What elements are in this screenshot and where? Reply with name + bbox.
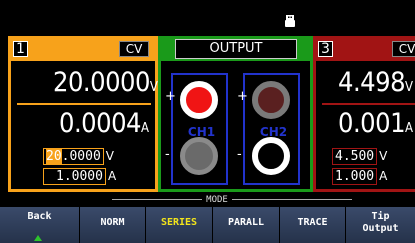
channel-3-set-voltage-unit: V <box>379 149 388 163</box>
channel-3-panel[interactable]: 3 CV 4.498V 0.001A 4.500 V 1.000 A <box>313 36 415 192</box>
mode-group-label: MODE <box>202 195 232 205</box>
channel-1-current-readout: 0.0004A <box>59 109 149 144</box>
channel-1-voltage-readout: 20.0000V <box>53 68 158 103</box>
channel-3-voltage-readout: 4.498V <box>338 68 413 103</box>
channel-3-set-voltage-box[interactable]: 4.500 <box>332 148 378 165</box>
channel-3-current-readout: 0.001A <box>338 109 413 144</box>
mode-group-line <box>112 199 352 200</box>
ch1-plus-sign: + <box>165 89 176 104</box>
ch2-positive-terminal-icon <box>252 81 290 119</box>
channel-1-number: 1 <box>13 41 28 57</box>
back-label: Back <box>27 211 52 222</box>
ch1-terminal-box: + CH1 - <box>165 73 228 185</box>
ch1-positive-terminal-icon <box>180 81 218 119</box>
ch2-terminal-box: + CH2 - <box>237 73 300 185</box>
parall-label: PARALL <box>227 217 265 228</box>
channel-3-number: 3 <box>318 41 333 57</box>
channel-1-set-voltage-box[interactable]: 20.0000 <box>43 148 104 165</box>
up-arrow-icon <box>34 235 42 241</box>
channel-1-header: 1 CV <box>11 39 155 61</box>
channel-1-set-current-unit: A <box>107 169 117 183</box>
softkey-bar: Back NORM SERIES PARALL TRACE Tip Output <box>0 207 415 243</box>
channel-3-current-unit: A <box>405 121 414 136</box>
channel-1-set-voltage[interactable]: 20.0000 V <box>43 148 114 165</box>
channel-3-set-voltage[interactable]: 4.500 V <box>332 148 387 165</box>
output-title: OUTPUT <box>175 39 297 59</box>
trace-button[interactable]: TRACE <box>280 207 346 243</box>
usb-icon <box>285 15 295 27</box>
channel-1-divider <box>17 103 151 105</box>
channel-3-divider <box>322 103 415 105</box>
channel-1-mode-badge: CV <box>119 41 149 57</box>
ch1-minus-sign: - <box>165 147 170 162</box>
ch2-plus-sign: + <box>237 89 248 104</box>
channel-1-voltage: 20.0000 <box>53 67 150 98</box>
norm-label: NORM <box>100 217 125 228</box>
channel-1-current-unit: A <box>140 121 149 136</box>
channel-3-header: 3 CV <box>316 39 415 61</box>
channel-1-panel[interactable]: 1 CV 20.0000V 0.0004A 20.0000 V 1.0000 A <box>8 36 158 192</box>
channel-3-set-current[interactable]: 1.000 A <box>332 168 387 185</box>
channel-3-current: 0.001 <box>338 108 406 139</box>
channel-3-voltage: 4.498 <box>338 67 406 98</box>
back-button[interactable]: Back <box>0 207 80 243</box>
trace-label: TRACE <box>297 217 328 228</box>
channel-1-set-current[interactable]: 1.0000 A <box>43 168 116 185</box>
channel-3-set-current-box[interactable]: 1.000 <box>332 168 378 185</box>
channel-3-mode-badge: CV <box>392 41 415 57</box>
ch1-negative-terminal-icon <box>180 137 218 175</box>
channel-1-set-voltage-rest: .0000 <box>61 149 101 164</box>
channel-3-voltage-unit: V <box>405 80 414 95</box>
tip-label-line2: Output <box>362 223 399 234</box>
series-label: SERIES <box>160 217 198 228</box>
channel-1-current: 0.0004 <box>59 108 141 139</box>
channel-1-voltage-unit: V <box>149 80 158 95</box>
channel-3-set-current-unit: A <box>379 169 388 183</box>
tip-output-button[interactable]: Tip Output <box>346 207 415 243</box>
status-bar <box>0 0 415 36</box>
channel-1-set-voltage-cursor: 20 <box>46 149 62 164</box>
output-header: OUTPUT <box>161 39 310 61</box>
tip-label-line1: Tip <box>371 211 390 222</box>
tip-output-label: Tip Output <box>346 207 415 235</box>
ch2-minus-sign: - <box>237 147 242 162</box>
ch2-negative-terminal-icon <box>252 137 290 175</box>
parall-button[interactable]: PARALL <box>213 207 280 243</box>
channel-1-set-current-box[interactable]: 1.0000 <box>43 168 106 185</box>
channel-1-set-voltage-unit: V <box>105 149 115 163</box>
norm-button[interactable]: NORM <box>80 207 146 243</box>
series-button[interactable]: SERIES <box>146 207 213 243</box>
output-panel: OUTPUT + CH1 - + CH2 - <box>158 36 313 192</box>
